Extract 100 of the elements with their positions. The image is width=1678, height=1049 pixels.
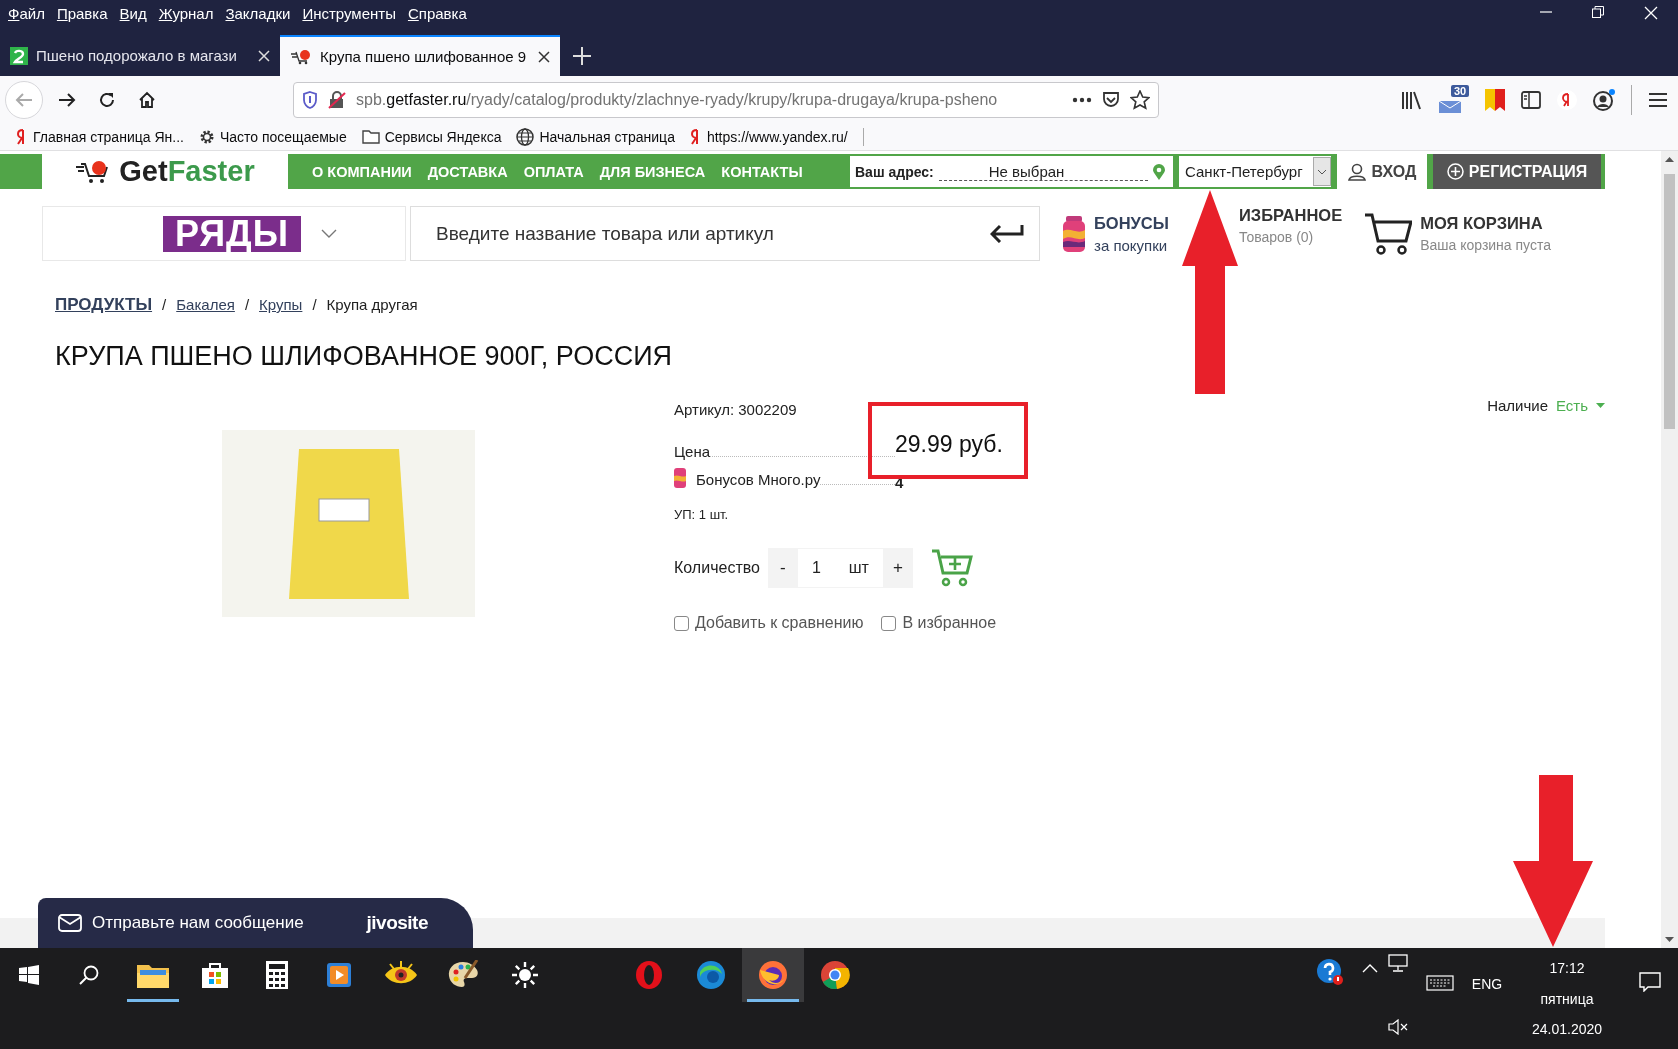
breadcrumb-link[interactable]: Крупы <box>259 296 303 313</box>
network-icon[interactable] <box>1388 954 1408 972</box>
chevron-up-icon[interactable] <box>1362 964 1378 973</box>
user-icon <box>1347 162 1366 181</box>
reload-icon[interactable] <box>98 91 116 109</box>
bookmark-link[interactable]: Часто посещаемые <box>219 129 347 145</box>
yandex-icon[interactable] <box>1557 90 1577 110</box>
add-to-cart-icon[interactable] <box>930 549 973 587</box>
chrome-icon[interactable] <box>820 960 850 990</box>
menu-item[interactable]: Правка <box>56 4 108 22</box>
new-tab-icon[interactable] <box>573 46 591 65</box>
menu-icon[interactable] <box>1648 92 1668 108</box>
library-icon[interactable] <box>1401 90 1423 110</box>
bookmark-link[interactable]: Начальная страница <box>539 129 675 145</box>
bookmark-link[interactable]: Сервисы Яндекса <box>384 129 502 145</box>
bonuses-link[interactable]: БОНУСЫ <box>1094 213 1169 233</box>
firefox-icon[interactable] <box>758 960 788 990</box>
channel-logo-icon <box>10 46 28 65</box>
chat-widget[interactable]: Отправьте нам сообщение jivosite <box>38 898 473 948</box>
shield-icon <box>302 91 318 109</box>
checkbox[interactable] <box>674 615 689 631</box>
restore-icon[interactable] <box>1592 6 1604 18</box>
enter-arrow-icon[interactable] <box>990 223 1024 243</box>
media-player-icon[interactable] <box>325 961 353 989</box>
checkbox[interactable] <box>881 615 897 631</box>
help-icon[interactable] <box>1316 958 1344 986</box>
sku-text: Артикул: 3002209 <box>674 401 797 418</box>
map-pin-icon <box>1153 163 1165 180</box>
browser-tab[interactable]: Пшено подорожало в магази <box>0 35 280 76</box>
windows-start-icon[interactable] <box>19 965 39 985</box>
price-label: Цена <box>674 443 711 460</box>
more-icon[interactable] <box>1072 97 1092 103</box>
jar-icon <box>1062 215 1086 252</box>
notifications-icon[interactable] <box>1639 972 1661 992</box>
sun-icon[interactable] <box>511 961 539 989</box>
calculator-icon[interactable] <box>265 960 289 990</box>
quantity-field[interactable]: 1 шт <box>797 548 883 588</box>
bookmark-link[interactable]: https://www.yandex.ru/ <box>706 129 848 145</box>
account-icon[interactable] <box>1593 89 1615 111</box>
bonus-jar-icon <box>674 468 686 488</box>
register-button[interactable]: РЕГИСТРАЦИЯ <box>1433 154 1601 189</box>
mail-badge: 30 <box>1451 85 1470 97</box>
address-field[interactable]: spb.getfaster.ru/ryady/catalog/produkty/zlachnye-ryady/krupy/krupa-drugaya/krupa-psheno <box>293 82 1159 118</box>
city-dropdown[interactable]: Санкт-Петербург <box>1179 156 1331 187</box>
cart-icon[interactable] <box>1364 211 1413 256</box>
opera-icon[interactable] <box>635 960 663 990</box>
scroll-up-icon[interactable] <box>1665 157 1674 162</box>
checkbox-label[interactable]: В избранное <box>902 614 997 632</box>
forward-icon[interactable] <box>58 92 76 108</box>
chevron-down-icon <box>321 229 337 238</box>
address-selector[interactable]: Ваш адрес: Не выбран <box>850 156 1173 187</box>
favorites-link[interactable]: ИЗБРАННОЕ <box>1238 206 1343 225</box>
volume-muted-icon[interactable] <box>1388 1019 1408 1035</box>
edge-icon[interactable] <box>696 960 726 990</box>
product-title: КРУПА ПШЕНО ШЛИФОВАННОЕ 900Г, РОССИЯ <box>55 341 674 372</box>
pocket-icon[interactable] <box>1102 92 1120 108</box>
getfaster-logo: GetFaster <box>42 154 288 189</box>
breadcrumb-link[interactable]: Бакалея <box>176 296 235 313</box>
palette-icon[interactable] <box>447 960 479 990</box>
browser-tab[interactable]: Крупа пшено шлифованное 9 <box>280 35 560 76</box>
bookmark-flag-icon[interactable] <box>1485 89 1505 111</box>
search-icon[interactable] <box>79 965 99 985</box>
menu-item[interactable]: Журнал <box>158 4 214 22</box>
login-button[interactable]: ВХОД <box>1337 154 1427 189</box>
menu-item[interactable]: Инструменты <box>302 4 396 22</box>
quantity-label: Количество <box>674 559 760 577</box>
breadcrumb-current: Крупа другая <box>326 296 418 313</box>
clock[interactable]: 17:12 пятница 24.01.2020 <box>1512 948 1622 1049</box>
caret-down-icon[interactable] <box>1596 402 1605 408</box>
scrollbar-thumb[interactable] <box>1664 174 1675 429</box>
mail-icon <box>58 914 82 932</box>
plus-circle-icon <box>1446 163 1464 180</box>
language-indicator[interactable]: ENG <box>1471 976 1503 992</box>
breadcrumb-separator: / <box>312 296 317 313</box>
breadcrumb-link[interactable]: ПРОДУКТЫ <box>55 295 153 315</box>
store-bag-icon[interactable] <box>201 961 229 989</box>
taskbar-app[interactable] <box>742 948 804 1002</box>
cart-link[interactable]: МОЯ КОРЗИНА <box>1420 214 1551 233</box>
scroll-down-icon[interactable] <box>1665 937 1674 942</box>
price-value: 29.99 руб. <box>895 431 1003 458</box>
breadcrumb-separator: / <box>244 296 250 313</box>
keyboard-icon[interactable] <box>1426 975 1454 991</box>
bonuses-subtitle: за покупки <box>1094 236 1169 254</box>
decrease-button[interactable]: - <box>767 548 798 588</box>
bookmark-link[interactable]: Главная страница Ян... <box>33 129 184 145</box>
menu-item[interactable]: Вид <box>119 4 147 22</box>
home-icon[interactable] <box>138 91 156 109</box>
close-icon[interactable] <box>538 50 550 63</box>
back-arrow-icon <box>15 92 33 108</box>
menu-item[interactable]: Файл <box>8 4 45 22</box>
menu-item[interactable]: Закладки <box>225 4 291 22</box>
sidebar-icon[interactable] <box>1521 91 1541 109</box>
gear-icon <box>198 129 215 145</box>
star-icon[interactable] <box>1130 90 1150 110</box>
checkbox-label[interactable]: Добавить к сравнению <box>695 614 864 632</box>
increase-button[interactable]: + <box>882 548 913 588</box>
store-selector[interactable]: РЯДЫ <box>42 206 406 261</box>
broken-lock-icon <box>328 91 346 109</box>
menu-item[interactable]: Справка <box>407 4 467 22</box>
search-field[interactable]: Введите название товара или артикул <box>410 206 1040 261</box>
